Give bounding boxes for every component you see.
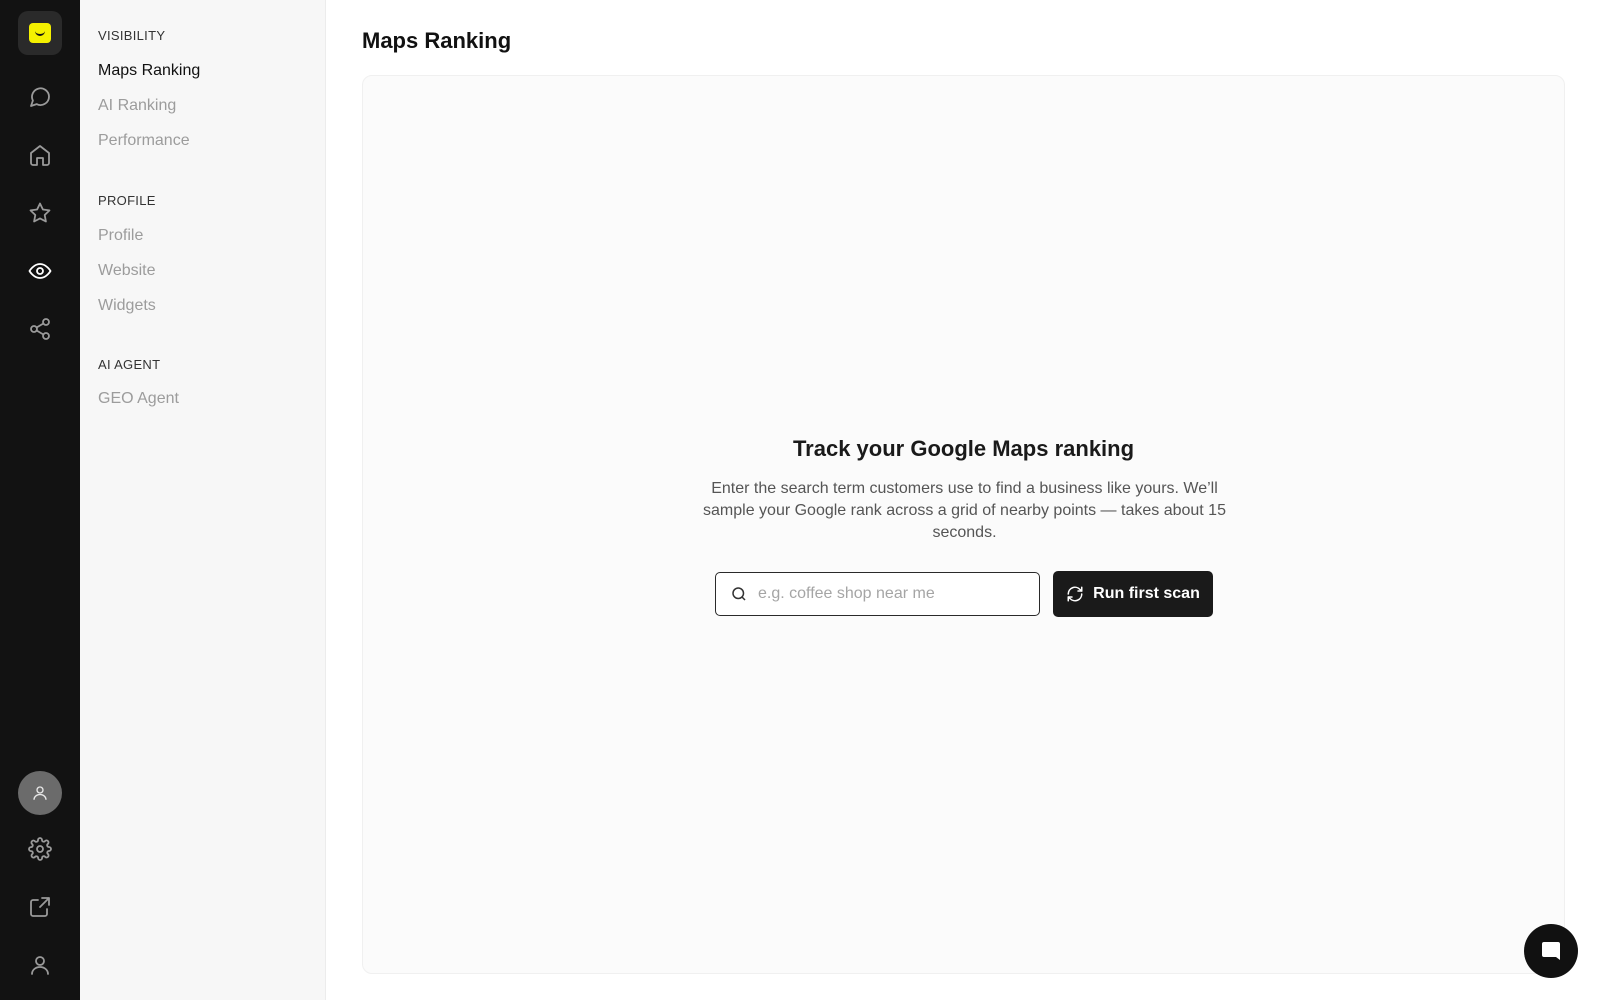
page-title: Maps Ranking	[362, 28, 512, 53]
account-avatar[interactable]	[18, 771, 62, 815]
sub-navigation: VISIBILITY Maps Ranking AI Ranking Perfo…	[80, 0, 326, 1000]
share-icon	[30, 318, 50, 340]
eye-icon	[28, 263, 52, 279]
rail-messages[interactable]	[18, 75, 62, 119]
empty-state-title: Track your Google Maps ranking	[792, 436, 1135, 461]
empty-state-description: Enter the search term customers use to f…	[703, 480, 1226, 541]
search-term-input[interactable]	[758, 585, 1028, 603]
nav-item-maps-ranking[interactable]: Maps Ranking	[98, 62, 200, 80]
rail-home[interactable]	[18, 133, 62, 177]
user-icon	[31, 956, 49, 975]
rail-user[interactable]	[18, 943, 62, 987]
rail-visibility[interactable]	[18, 249, 62, 293]
run-first-scan-label: Run first scan	[1093, 585, 1200, 602]
chat-icon	[1542, 942, 1560, 960]
section-title-visibility: VISIBILITY	[98, 28, 166, 43]
search-icon	[732, 587, 746, 601]
search-term-field[interactable]	[715, 572, 1040, 616]
nav-item-ai-ranking[interactable]: AI Ranking	[98, 97, 176, 115]
chat-bubble-icon	[30, 87, 50, 107]
star-icon	[29, 202, 51, 223]
gear-icon	[28, 837, 52, 861]
rail-reviews[interactable]	[18, 191, 62, 235]
app-logo[interactable]	[18, 11, 62, 55]
section-title-profile: PROFILE	[98, 193, 156, 208]
nav-item-profile[interactable]: Profile	[98, 227, 143, 245]
run-first-scan-button[interactable]: Run first scan	[1053, 571, 1213, 617]
rail-open-external[interactable]	[18, 885, 62, 929]
chat-launcher-button[interactable]	[1524, 924, 1578, 978]
refresh-icon	[1067, 586, 1083, 602]
nav-item-geo-agent[interactable]: GEO Agent	[98, 390, 179, 408]
icon-rail	[0, 0, 80, 1000]
nav-item-website[interactable]: Website	[98, 262, 156, 280]
nav-item-performance[interactable]: Performance	[98, 132, 190, 150]
home-icon	[30, 145, 50, 166]
rail-settings[interactable]	[18, 827, 62, 871]
logo-icon	[29, 23, 51, 43]
nav-item-widgets[interactable]: Widgets	[98, 297, 156, 315]
rail-share[interactable]	[18, 307, 62, 351]
external-link-icon	[30, 897, 50, 917]
empty-state-card: Track your Google Maps ranking Enter the…	[362, 75, 1565, 974]
section-title-ai-agent: AI AGENT	[98, 357, 161, 372]
avatar-icon	[33, 786, 47, 800]
